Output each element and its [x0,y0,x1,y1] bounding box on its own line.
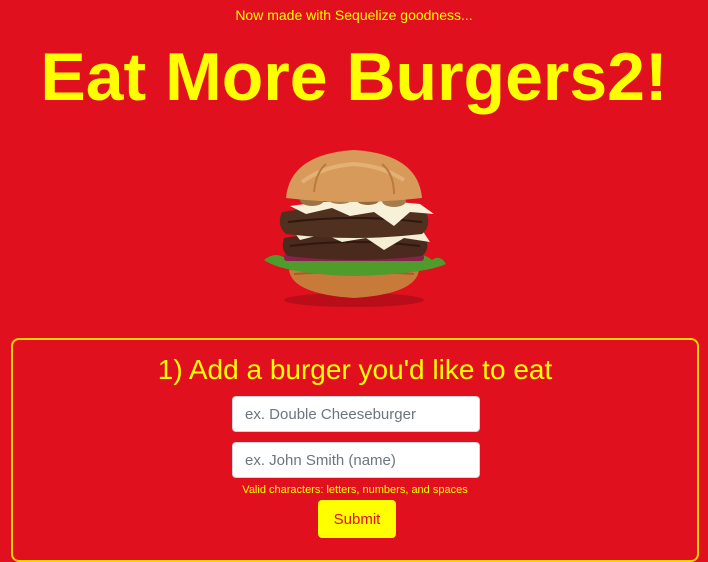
customer-name-input[interactable] [232,442,480,478]
page-title: Eat More Burgers2! [40,39,668,115]
submit-button[interactable]: Submit [318,500,396,538]
add-burger-panel: 1) Add a burger you'd like to eat Valid … [11,338,699,562]
burger-image [264,150,446,307]
burger-name-input[interactable] [232,396,480,432]
form-title: 1) Add a burger you'd like to eat [157,354,553,385]
validation-hint: Valid characters: letters, numbers, and … [242,484,468,496]
tagline: Now made with Sequelize goodness... [235,7,473,23]
